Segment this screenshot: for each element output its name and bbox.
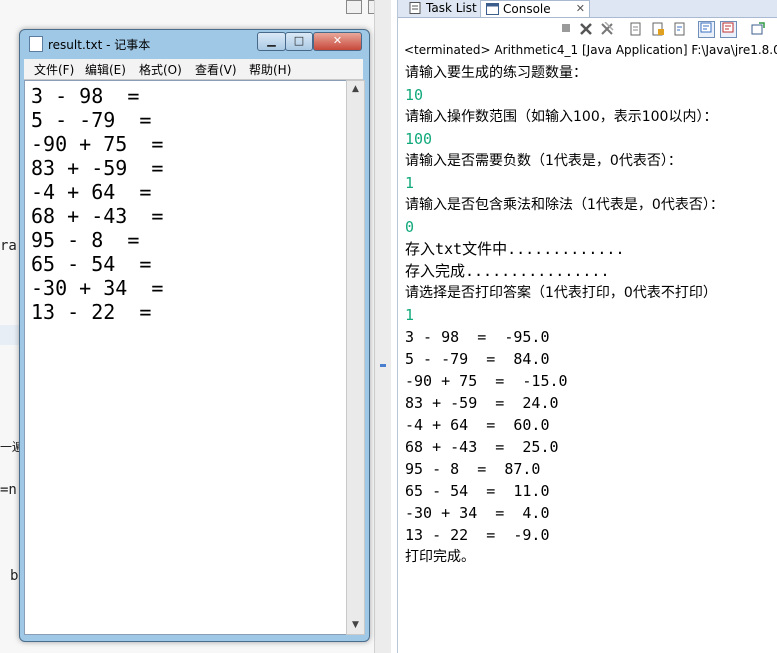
close-button[interactable]: ✕ bbox=[313, 32, 362, 51]
vertical-scrollbar[interactable]: ▲ ▼ bbox=[346, 80, 365, 635]
current-line-highlight bbox=[0, 325, 20, 345]
minimize-view-button[interactable] bbox=[346, 0, 362, 14]
scroll-up-icon[interactable]: ▲ bbox=[347, 81, 364, 98]
console-input-line: 100 bbox=[405, 130, 433, 148]
console-view: Task List Console ✕ <terminated> Arithme… bbox=[397, 0, 777, 653]
console-output-line: 打印完成。 bbox=[405, 549, 475, 565]
console-output-line: 3 - 98 = -95.0 bbox=[405, 328, 550, 346]
document-text: 3 - 98 = 5 - -79 = -90 + 75 = 83 + -59 = -4 … bbox=[31, 84, 163, 324]
document-line: -4 + 64 = bbox=[31, 180, 152, 204]
menu-file[interactable]: 文件(F) bbox=[34, 61, 74, 78]
console-output-line: -4 + 64 = 60.0 bbox=[405, 416, 550, 434]
tab-console[interactable]: Console ✕ bbox=[480, 0, 590, 17]
code-fragment: b bbox=[10, 568, 19, 584]
console-output-line: 请输入是否包含乘法和除法（1代表是，0代表否）： bbox=[405, 197, 724, 213]
console-output-line: 请输入要生成的练习题数量： bbox=[405, 65, 587, 81]
console-toolbar bbox=[398, 18, 777, 42]
menu-help[interactable]: 帮助(H) bbox=[249, 61, 291, 78]
view-tab-bar: Task List Console ✕ bbox=[398, 0, 777, 18]
scroll-lock-icon[interactable] bbox=[650, 22, 666, 38]
console-output-line: 请输入是否需要负数（1代表是，0代表否）： bbox=[405, 153, 682, 169]
tab-label: Task List bbox=[426, 1, 477, 15]
clear-console-icon[interactable] bbox=[628, 22, 644, 38]
remove-launch-icon[interactable] bbox=[578, 22, 594, 38]
menu-edit[interactable]: 编辑(E) bbox=[85, 61, 126, 78]
document-line: -30 + 34 = bbox=[31, 276, 164, 300]
document-line: 68 + -43 = bbox=[31, 204, 164, 228]
window-title: result.txt - 记事本 bbox=[48, 38, 151, 52]
document-line: 3 - 98 = bbox=[31, 84, 140, 108]
document-line: 95 - 8 = bbox=[31, 228, 140, 252]
code-fragment: =n bbox=[0, 482, 17, 498]
document-line: 83 + -59 = bbox=[31, 156, 164, 180]
code-fragment: ra bbox=[0, 238, 17, 254]
show-on-stdout-icon[interactable] bbox=[698, 21, 715, 38]
console-input-line: 10 bbox=[405, 86, 424, 104]
console-input-line: 0 bbox=[405, 218, 415, 236]
console-output-line: -30 + 34 = 4.0 bbox=[405, 504, 550, 522]
menu-bar: 文件(F) 编辑(E) 格式(O) 查看(V) 帮助(H) bbox=[24, 59, 363, 80]
maximize-button[interactable]: □ bbox=[285, 32, 313, 51]
console-output-line: 95 - 8 = 87.0 bbox=[405, 460, 541, 478]
word-wrap-icon[interactable] bbox=[672, 22, 688, 38]
show-on-stderr-icon[interactable] bbox=[720, 21, 737, 38]
console-input-line: 1 bbox=[405, 306, 415, 324]
console-output-line: 5 - -79 = 84.0 bbox=[405, 350, 550, 368]
menu-view[interactable]: 查看(V) bbox=[195, 61, 237, 78]
console-output[interactable]: 请输入要生成的练习题数量： 10 请输入操作数范围（如输入100，表示100以内）：… bbox=[405, 62, 724, 568]
console-output-line: 65 - 54 = 11.0 bbox=[405, 482, 550, 500]
console-output-line: -90 + 75 = -15.0 bbox=[405, 372, 568, 390]
console-output-line: 13 - 22 = -9.0 bbox=[405, 526, 550, 544]
document-line: 13 - 22 = bbox=[31, 300, 152, 324]
console-icon bbox=[486, 3, 499, 15]
console-output-line: 83 + -59 = 24.0 bbox=[405, 394, 559, 412]
menu-format[interactable]: 格式(O) bbox=[139, 61, 182, 78]
ruler-marker[interactable] bbox=[380, 364, 386, 367]
document-line: 5 - -79 = bbox=[31, 108, 152, 132]
text-editor-area[interactable]: 3 - 98 = 5 - -79 = -90 + 75 = 83 + -59 = -4 … bbox=[24, 80, 347, 635]
notepad-window: result.txt - 记事本 ▁ □ ✕ 文件(F) 编辑(E) 格式(O)… bbox=[19, 29, 370, 642]
remove-all-icon[interactable] bbox=[599, 21, 615, 38]
notepad-app-icon bbox=[29, 36, 43, 52]
console-output-line: 存入完成................ bbox=[405, 262, 610, 280]
terminate-icon[interactable] bbox=[558, 22, 574, 38]
close-tab-icon[interactable]: ✕ bbox=[576, 1, 585, 17]
open-console-icon[interactable] bbox=[750, 22, 766, 38]
console-output-line: 请输入操作数范围（如输入100，表示100以内）： bbox=[405, 109, 718, 125]
document-line: -90 + 75 = bbox=[31, 132, 164, 156]
console-output-line: 存入txt文件中............. bbox=[405, 240, 625, 258]
task-list-icon bbox=[409, 2, 421, 14]
minimize-button[interactable]: ▁ bbox=[257, 32, 286, 51]
console-input-line: 1 bbox=[405, 174, 415, 192]
console-output-line: 68 + -43 = 25.0 bbox=[405, 438, 559, 456]
document-line: 65 - 54 = bbox=[31, 252, 152, 276]
console-output-line: 请选择是否打印答案（1代表打印，0代表不打印） bbox=[405, 285, 717, 301]
tab-label: Console bbox=[503, 2, 551, 16]
overview-ruler[interactable] bbox=[374, 0, 391, 653]
scroll-down-icon[interactable]: ▼ bbox=[347, 617, 364, 634]
console-status-label: <terminated> Arithmetic4_1 [Java Applica… bbox=[404, 43, 777, 57]
